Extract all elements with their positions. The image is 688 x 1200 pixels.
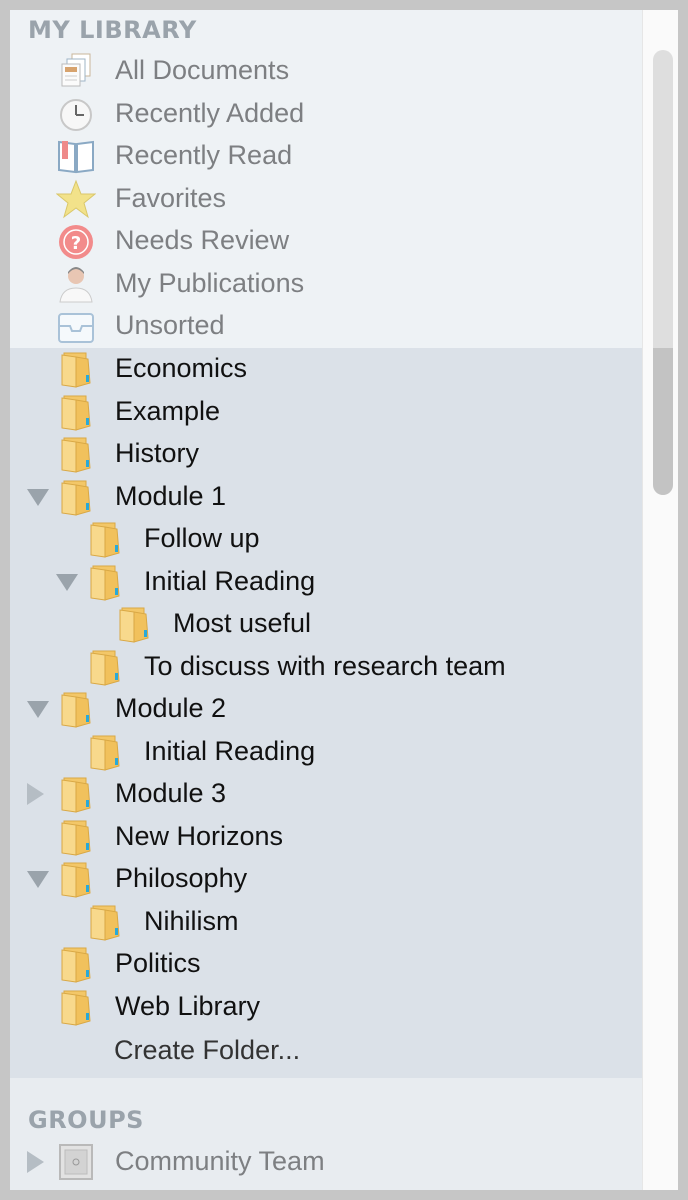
disclosure-triangle-expanded-icon[interactable] xyxy=(27,871,49,888)
item-label: New Horizons xyxy=(115,820,284,851)
library-item-needs-review[interactable]: ? Needs Review xyxy=(10,220,642,262)
groups-header: GROUPS xyxy=(28,1106,144,1134)
folder-icon xyxy=(56,349,96,389)
item-label: Initial Reading xyxy=(144,735,316,766)
item-label: Module 1 xyxy=(115,480,227,511)
star-icon xyxy=(55,179,97,219)
item-label: Economics xyxy=(115,353,248,383)
item-label: Philosophy xyxy=(115,863,248,893)
folder-item[interactable]: History xyxy=(10,433,642,475)
folder-item[interactable]: Module 2 xyxy=(10,688,642,730)
folder-icon xyxy=(56,477,96,517)
folder-item[interactable]: Module 1 xyxy=(10,476,642,518)
library-item-recently-read[interactable]: Recently Read xyxy=(10,135,642,177)
folder-icon xyxy=(85,519,125,559)
library-panel: MY LIBRARY All Documents Recently Added Re… xyxy=(10,10,678,1190)
folder-icon xyxy=(56,434,96,474)
user-icon xyxy=(56,264,96,304)
library-item-favorites[interactable]: Favorites xyxy=(10,178,642,220)
item-label: Recently Added xyxy=(115,97,305,128)
folder-item[interactable]: Initial Reading xyxy=(10,561,642,603)
library-item-recently-added[interactable]: Recently Added xyxy=(10,93,642,135)
item-label: Most useful xyxy=(173,608,312,638)
scrollbar-thumb[interactable] xyxy=(653,50,673,495)
folder-item[interactable]: To discuss with research team xyxy=(10,646,642,688)
library-item-all-documents[interactable]: All Documents xyxy=(10,50,642,92)
folder-icon xyxy=(85,732,125,772)
item-label: Nihilism xyxy=(144,905,239,936)
scrollbar[interactable] xyxy=(642,10,678,1190)
item-label: My Publications xyxy=(115,267,305,298)
sidebar: MY LIBRARY All Documents Recently Added Re… xyxy=(10,10,642,1190)
folder-item[interactable]: Economics xyxy=(10,348,642,390)
item-label: Community Team xyxy=(115,1146,325,1176)
create-folder-label: Create Folder... xyxy=(114,1034,301,1065)
folder-icon xyxy=(56,817,96,857)
item-label: Recently Read xyxy=(115,140,293,170)
folder-icon xyxy=(56,392,96,432)
folder-icon xyxy=(114,604,154,644)
item-label: Politics xyxy=(115,948,201,978)
folder-item[interactable]: Follow up xyxy=(10,518,642,560)
disclosure-triangle-expanded-icon[interactable] xyxy=(27,488,49,506)
item-label: Initial Reading xyxy=(144,565,316,596)
inbox-tray-icon xyxy=(56,306,96,346)
question-badge-icon: ? xyxy=(56,221,96,261)
item-label: Web Library xyxy=(115,990,261,1021)
folder-icon xyxy=(85,902,125,942)
folder-icon xyxy=(56,859,96,899)
all-documents-icon xyxy=(56,51,96,91)
folder-item[interactable]: Politics xyxy=(10,943,642,985)
folder-item[interactable]: New Horizons xyxy=(10,816,642,858)
folder-icon xyxy=(85,647,125,687)
folder-icon xyxy=(56,774,96,814)
disclosure-triangle-expanded-icon[interactable] xyxy=(27,701,49,718)
library-item-my-publications[interactable]: My Publications xyxy=(10,263,642,305)
folder-item[interactable]: Example xyxy=(10,391,642,433)
disclosure-triangle-expanded-icon[interactable] xyxy=(56,573,78,591)
create-folder-button[interactable]: Create Folder... xyxy=(114,1029,300,1071)
library-item-unsorted[interactable]: Unsorted xyxy=(10,305,642,347)
folder-icon xyxy=(56,987,96,1027)
folder-item[interactable]: Module 3 xyxy=(10,773,642,815)
disclosure-triangle-collapsed-icon[interactable] xyxy=(27,1151,44,1173)
item-label: Module 2 xyxy=(115,693,227,723)
folder-item[interactable]: Web Library xyxy=(10,986,642,1028)
my-library-header: MY LIBRARY xyxy=(28,16,197,44)
folder-item[interactable]: Nihilism xyxy=(10,901,642,943)
item-label: To discuss with research team xyxy=(144,650,506,681)
folder-icon xyxy=(56,944,96,984)
item-label: Example xyxy=(115,395,221,426)
item-label: History xyxy=(115,438,200,468)
folder-item[interactable]: Most useful xyxy=(10,603,642,645)
item-label: Needs Review xyxy=(115,225,290,255)
item-label: All Documents xyxy=(115,55,290,85)
item-label: Favorites xyxy=(115,182,227,213)
open-book-icon xyxy=(56,136,96,176)
folder-item[interactable]: Initial Reading xyxy=(10,731,642,773)
item-label: Follow up xyxy=(144,523,260,553)
item-label: Module 3 xyxy=(115,778,227,808)
folder-icon xyxy=(56,689,96,729)
folder-icon xyxy=(85,562,125,602)
group-item[interactable]: Community Team xyxy=(10,1141,642,1183)
svg-text:?: ? xyxy=(71,233,81,254)
folder-item[interactable]: Philosophy xyxy=(10,858,642,900)
disclosure-triangle-collapsed-icon[interactable] xyxy=(27,783,44,805)
group-safe-icon xyxy=(56,1142,96,1182)
item-label: Unsorted xyxy=(115,310,225,340)
clock-icon xyxy=(56,94,96,134)
